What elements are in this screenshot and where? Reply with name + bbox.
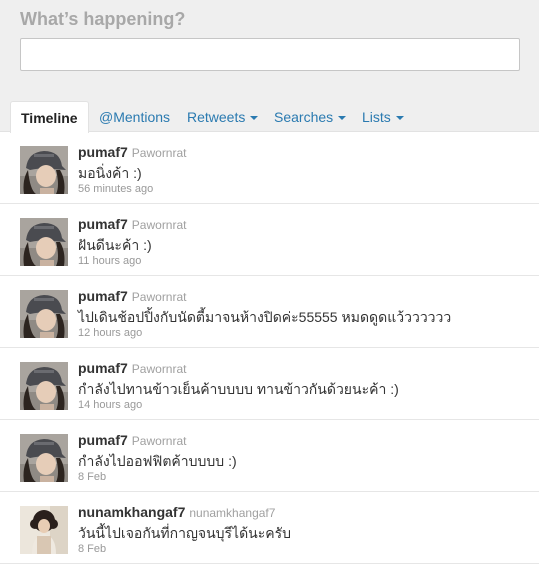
screen-name-link[interactable]: pumaf7 xyxy=(78,432,128,448)
avatar[interactable] xyxy=(20,146,68,194)
full-name: Pawornrat xyxy=(131,362,187,376)
screen-name-link[interactable]: pumaf7 xyxy=(78,144,128,160)
chevron-down-icon xyxy=(338,116,347,121)
avatar[interactable] xyxy=(20,506,68,554)
chevron-down-icon xyxy=(250,116,259,121)
screen-name-link[interactable]: pumaf7 xyxy=(78,288,128,304)
full-name: Pawornrat xyxy=(131,434,187,448)
avatar[interactable] xyxy=(20,218,68,266)
tweet-item: pumaf7 Pawornrat ไปเดินช้อปปิ้งกับนัดตี้ม… xyxy=(0,276,539,348)
tweet-header: pumaf7 Pawornrat xyxy=(78,144,187,162)
compose-prompt: What’s happening? xyxy=(20,9,186,29)
timestamp-link[interactable]: 8 Feb xyxy=(78,543,106,555)
avatar[interactable] xyxy=(20,434,68,482)
tweet-header: pumaf7 Pawornrat xyxy=(78,360,187,378)
tweet-text: กำลังไปออฟฟิตค้าบบบบ :) xyxy=(78,453,237,469)
avatar[interactable] xyxy=(20,290,68,338)
tweet-item: pumaf7 Pawornrat กำลังไปออฟฟิตค้าบบบบ :) … xyxy=(0,420,539,492)
tweet-text: ฝันดีนะค้า :) xyxy=(78,237,152,253)
timestamp-link[interactable]: 11 hours ago xyxy=(78,255,141,267)
tab-retweets[interactable]: Retweets xyxy=(177,101,268,133)
tweet-header: pumaf7 Pawornrat xyxy=(78,432,187,450)
compose-area: What’s happening? Timeline @Mentions Ret… xyxy=(0,0,539,133)
tweet-header: pumaf7 Pawornrat xyxy=(78,216,187,234)
tweet-header: nunamkhangaf7 nunamkhangaf7 xyxy=(78,504,275,522)
tweet-text: ไปเดินช้อปปิ้งกับนัดตี้มาจนห้างปิดค่ะ555… xyxy=(78,309,452,325)
full-name: Pawornrat xyxy=(131,146,187,160)
tab-lists-label: Lists xyxy=(362,109,391,125)
full-name: Pawornrat xyxy=(131,290,187,304)
avatar[interactable] xyxy=(20,362,68,410)
compose-textbox[interactable] xyxy=(20,38,520,71)
timestamp-link[interactable]: 8 Feb xyxy=(78,471,106,483)
tweet-text: มอนิ่งค้า :) xyxy=(78,165,142,181)
tab-searches[interactable]: Searches xyxy=(264,101,356,133)
tab-mentions[interactable]: @Mentions xyxy=(89,101,180,133)
tab-lists[interactable]: Lists xyxy=(352,101,414,133)
full-name: nunamkhangaf7 xyxy=(189,506,276,520)
tab-retweets-label: Retweets xyxy=(187,109,246,125)
tweet-item: pumaf7 Pawornrat มอนิ่งค้า :) 56 minutes … xyxy=(0,132,539,204)
tweet-text: กำลังไปทานข้าวเย็นค้าบบบบ ทานข้าวกันด้วย… xyxy=(78,381,399,397)
screen-name-link[interactable]: pumaf7 xyxy=(78,360,128,376)
timestamp-link[interactable]: 56 minutes ago xyxy=(78,183,153,195)
tweet-item: nunamkhangaf7 nunamkhangaf7 วันนี้ไปเจอกั… xyxy=(0,492,539,564)
tab-timeline[interactable]: Timeline xyxy=(10,101,89,133)
chevron-down-icon xyxy=(395,116,404,121)
tweet-item: pumaf7 Pawornrat ฝันดีนะค้า :) 11 hours a… xyxy=(0,204,539,276)
screen-name-link[interactable]: nunamkhangaf7 xyxy=(78,504,185,520)
timestamp-link[interactable]: 12 hours ago xyxy=(78,327,142,339)
tweet-item: pumaf7 Pawornrat กำลังไปทานข้าวเย็นค้าบบบ… xyxy=(0,348,539,420)
tab-timeline-label: Timeline xyxy=(21,110,78,126)
screen-name-link[interactable]: pumaf7 xyxy=(78,216,128,232)
tweet-list: pumaf7 Pawornrat มอนิ่งค้า :) 56 minutes … xyxy=(0,132,539,564)
tab-searches-label: Searches xyxy=(274,109,334,125)
tab-mentions-label: @Mentions xyxy=(99,109,171,125)
timestamp-link[interactable]: 14 hours ago xyxy=(78,399,142,411)
tweet-text: วันนี้ไปเจอกันที่กาญจนบุรีได้นะครับ xyxy=(78,525,292,541)
tweet-header: pumaf7 Pawornrat xyxy=(78,288,187,306)
full-name: Pawornrat xyxy=(131,218,187,232)
